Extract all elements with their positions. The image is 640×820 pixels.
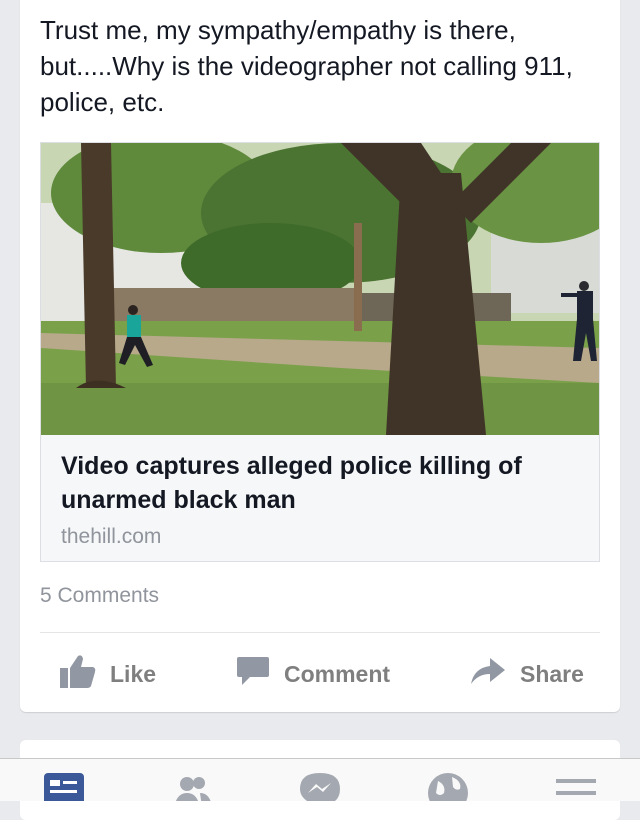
thumbs-up-icon: [60, 654, 96, 694]
share-arrow-icon: [470, 656, 506, 692]
comment-label: Comment: [284, 660, 391, 687]
comment-button[interactable]: Comment: [236, 650, 390, 698]
share-label: Share: [520, 660, 584, 687]
bottom-tab-bar: [0, 758, 640, 801]
link-domain: thehill.com: [61, 525, 162, 548]
link-title[interactable]: Video captures alleged police killing of…: [61, 449, 581, 517]
divider: [40, 632, 600, 633]
notifications-icon[interactable]: [426, 771, 470, 801]
link-image[interactable]: [41, 143, 599, 435]
messenger-icon[interactable]: [298, 771, 342, 801]
like-button[interactable]: Like: [60, 650, 156, 698]
like-label: Like: [110, 660, 157, 687]
news-feed-icon[interactable]: [42, 771, 86, 801]
comment-bubble-icon: [236, 655, 270, 693]
link-preview[interactable]: Video captures alleged police killing of…: [40, 142, 600, 562]
post-text: Trust me, my sympathy/empathy is there, …: [40, 15, 573, 117]
comments-count[interactable]: 5 Comments: [40, 584, 159, 608]
post-card: Trust me, my sympathy/empathy is there, …: [20, 0, 620, 712]
share-button[interactable]: Share: [470, 650, 584, 698]
more-menu-icon[interactable]: [554, 771, 598, 801]
friend-requests-icon[interactable]: [170, 771, 214, 801]
